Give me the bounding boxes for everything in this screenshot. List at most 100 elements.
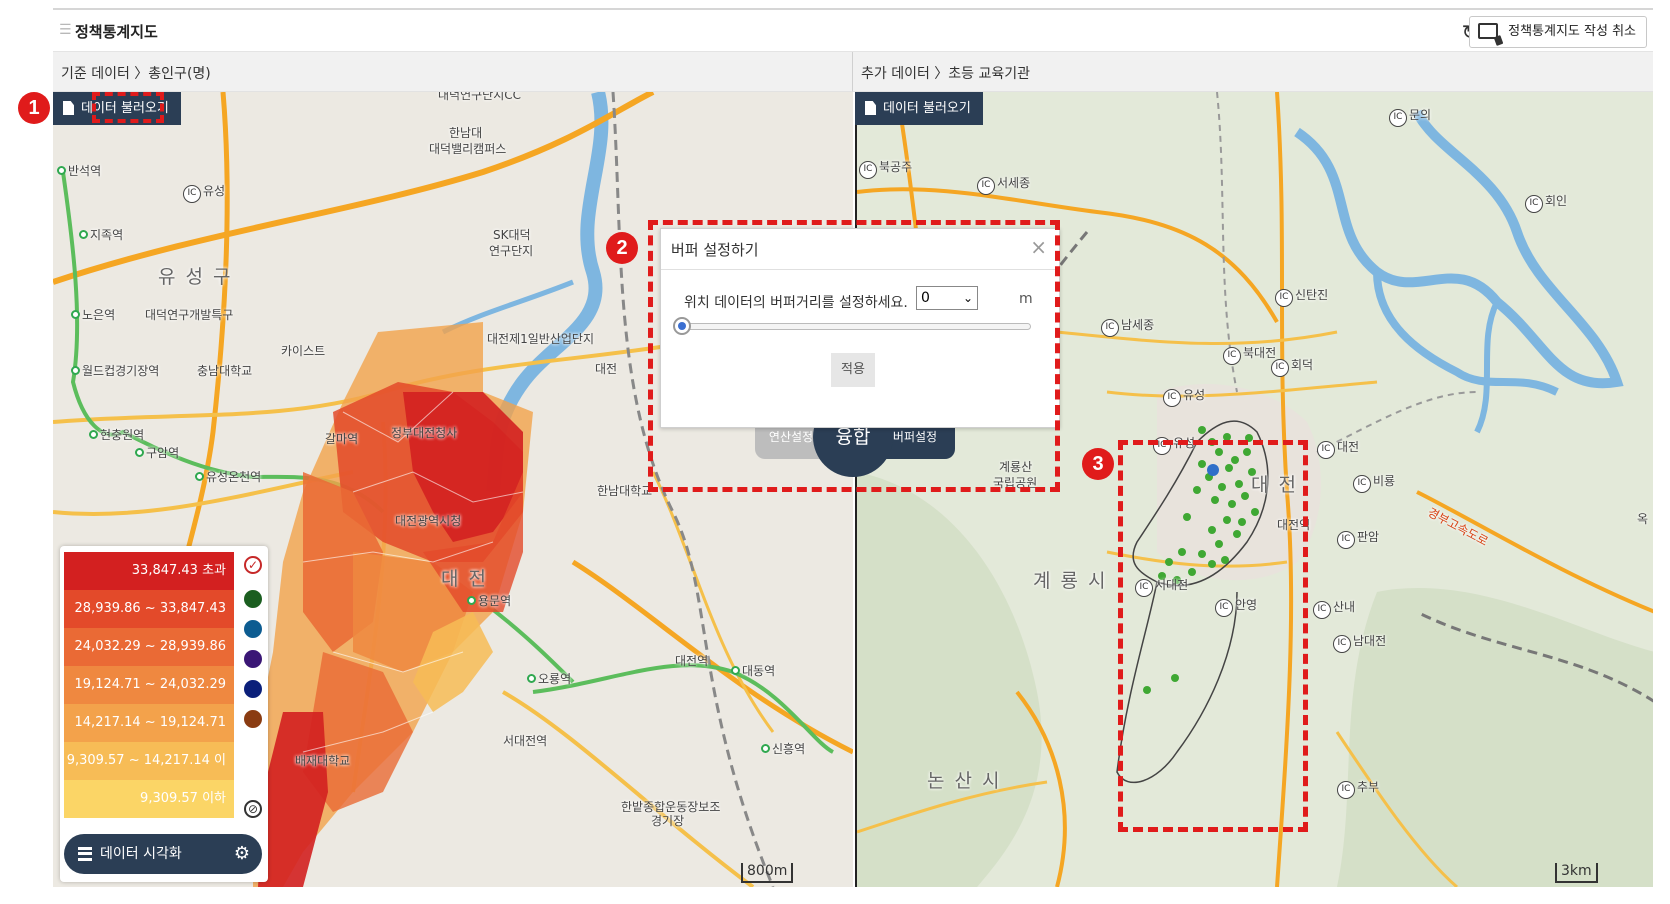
annotation-box-1: [92, 92, 164, 123]
ic-icon: IC: [1163, 389, 1181, 407]
annotation-box-3: [1118, 440, 1308, 832]
annotation-number-3: 3: [1082, 448, 1114, 480]
color-swatch[interactable]: [244, 710, 262, 728]
subway-station-icon: [467, 596, 476, 605]
subway-station-icon: [57, 166, 66, 175]
legend-row[interactable]: 19,124.71 ~ 24,032.29 이하: [64, 666, 234, 730]
district-label: 유 성 구: [158, 266, 233, 288]
map-label: 대동역: [731, 662, 775, 679]
map-label: 충남대학교: [197, 364, 253, 378]
no-color-icon[interactable]: ⊘: [244, 800, 262, 818]
map-label: 배재대학교: [295, 754, 351, 768]
map-label: IC 추부: [1337, 778, 1379, 799]
map-label: 경기장: [651, 814, 685, 828]
data-visualization-button[interactable]: 데이터 시각화 ⚙: [64, 834, 262, 874]
map-label: 갈마역: [325, 432, 359, 446]
legend-row[interactable]: 14,217.14 ~ 19,124.71 이하: [64, 704, 234, 768]
ic-icon: IC: [1389, 109, 1407, 127]
subway-station-icon: [71, 366, 80, 375]
map-label: 대전광역시청: [395, 514, 462, 528]
subway-station-icon: [71, 310, 80, 319]
map-label: 한남대: [449, 126, 483, 140]
gear-icon[interactable]: ⚙: [234, 834, 250, 874]
map-label: IC 산내: [1313, 598, 1355, 619]
ic-icon: IC: [1223, 347, 1241, 365]
legend-row[interactable]: 9,309.57 이하: [64, 780, 234, 818]
legend-row[interactable]: 28,939.86 ~ 33,847.43 이하: [64, 590, 234, 654]
city-label: 계 룡 시: [1033, 570, 1108, 592]
document-icon: [63, 101, 74, 115]
legend-row[interactable]: 24,032.29 ~ 28,939.86 이하: [64, 628, 234, 692]
legend-row[interactable]: 9,309.57 ~ 14,217.14 이하: [64, 742, 234, 806]
ic-icon: IC: [1101, 319, 1119, 337]
ic-icon: IC: [1271, 359, 1289, 377]
subway-station-icon: [89, 430, 98, 439]
map-label: 신흥역: [761, 740, 805, 757]
map-label: 월드컵경기장역: [71, 362, 159, 379]
title-bar: ☰ 정책통계지도 ↻ 정책통계지도 작성 취소: [53, 8, 1653, 52]
map-label: IC 북대전: [1223, 344, 1276, 365]
ic-icon: IC: [1317, 441, 1335, 459]
color-swatch[interactable]: [244, 650, 262, 668]
map-label: IC 서세종: [977, 174, 1030, 195]
map-label: 옥: [1637, 512, 1649, 526]
viz-button-label: 데이터 시각화: [100, 846, 182, 862]
subway-station-icon: [79, 230, 88, 239]
legend-row[interactable]: 33,847.43 초과: [64, 552, 234, 590]
map-label: IC 문의: [1389, 106, 1431, 127]
additional-data-breadcrumb: 추가 데이터 〉초등 교육기관: [853, 52, 1653, 92]
map-label: 현충원역: [89, 426, 144, 443]
map-label: 연구단지: [489, 244, 534, 258]
map-label: IC 유성: [1163, 386, 1205, 407]
map-label: 대전제1일반산업단지: [487, 332, 594, 346]
screen: ☰ 정책통계지도 ↻ 정책통계지도 작성 취소 기준 데이터 〉총인구(명) 추…: [0, 0, 1670, 904]
map-label: SK대덕: [493, 228, 531, 242]
map-label: IC 남세종: [1101, 316, 1154, 337]
map-label: IC 대전: [1317, 438, 1359, 459]
list-icon: [78, 847, 92, 861]
load-additional-data-button[interactable]: 데이터 불러오기: [855, 92, 983, 125]
annotation-number-1: 1: [18, 92, 50, 124]
map-label: 반석역: [57, 162, 101, 179]
map-scale: 3km: [1555, 863, 1598, 883]
map-label: 서대전역: [503, 734, 548, 748]
menu-icon[interactable]: ☰: [59, 22, 72, 38]
screen-cursor-icon: [1478, 23, 1499, 39]
map-label: 유성온천역: [195, 468, 261, 485]
city-label: 대 전: [441, 568, 488, 590]
color-swatch[interactable]: [244, 590, 262, 608]
subway-station-icon: [527, 674, 536, 683]
ic-icon: IC: [1337, 531, 1355, 549]
map-label: 구암역: [135, 444, 179, 461]
city-label: 논 산 시: [927, 770, 1002, 792]
map-label: 대덕연구개발특구: [145, 308, 234, 322]
ic-icon: IC: [1313, 601, 1331, 619]
map-label: 카이스트: [281, 344, 326, 358]
map-label: 대전역: [675, 654, 709, 668]
subway-station-icon: [761, 744, 770, 753]
color-swatch[interactable]: [244, 680, 262, 698]
map-label: IC 회인: [1525, 192, 1567, 213]
cancel-policy-map-button[interactable]: 정책통계지도 작성 취소: [1469, 16, 1647, 48]
ic-icon: IC: [1525, 195, 1543, 213]
ic-icon: IC: [977, 177, 995, 195]
map-label: IC 회덕: [1271, 356, 1313, 377]
map-label: IC 유성: [183, 182, 225, 203]
subway-station-icon: [195, 472, 204, 481]
map-label: IC 신탄진: [1275, 286, 1328, 307]
map-scale: 800m: [741, 863, 794, 883]
map-label: IC 판암: [1337, 528, 1379, 549]
ic-icon: IC: [1353, 475, 1371, 493]
ic-icon: IC: [1275, 289, 1293, 307]
map-label: 대전: [595, 362, 618, 376]
selected-check-icon[interactable]: ✓: [244, 556, 262, 574]
map-label: 정부대전청사: [391, 426, 458, 440]
map-label: 대덕밸리캠퍼스: [429, 142, 507, 156]
ic-icon: IC: [859, 161, 877, 179]
map-label: 지족역: [79, 226, 123, 243]
ic-icon: IC: [183, 185, 201, 203]
map-label: IC 북공주: [859, 158, 912, 179]
color-swatch[interactable]: [244, 620, 262, 638]
map-label: 대덕연구단지CC: [438, 92, 521, 102]
map-label: 오룡역: [527, 670, 571, 687]
